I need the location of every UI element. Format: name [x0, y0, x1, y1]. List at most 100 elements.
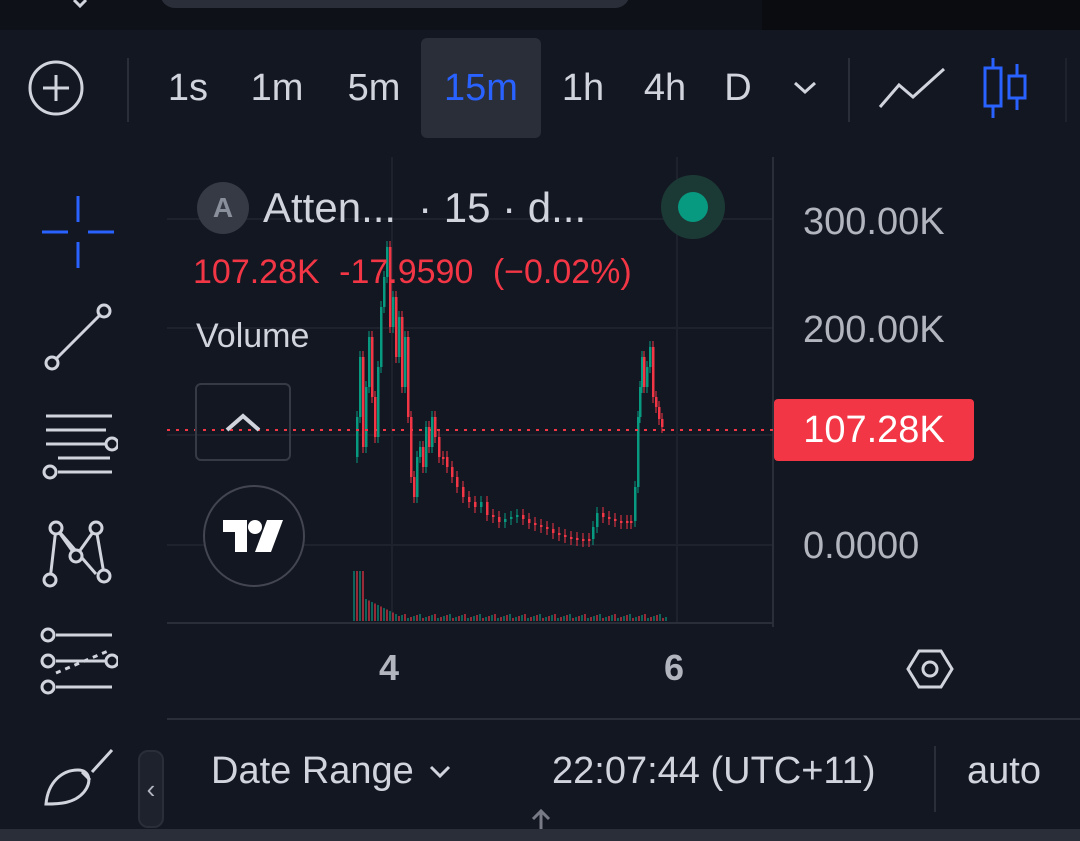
volume-bar	[611, 615, 613, 621]
clock[interactable]: 22:07:44 (UTC+11)	[552, 750, 876, 793]
volume-bar	[659, 614, 661, 621]
bottom-bar: Date Range 22:07:44 (UTC+11) auto	[167, 718, 1080, 830]
interval-5m[interactable]: 5m	[330, 38, 418, 138]
footer-edge	[0, 829, 1080, 841]
add-symbol-button[interactable]	[18, 38, 94, 138]
collapse-legend-button[interactable]	[195, 383, 291, 461]
volume-bar	[665, 617, 667, 621]
volume-bar	[662, 618, 664, 621]
prediction-icon	[40, 627, 118, 695]
search-pill[interactable]	[160, 0, 630, 8]
volume-bar	[560, 617, 562, 621]
volume-bar	[629, 614, 631, 621]
top-right-area	[762, 0, 1080, 30]
symbol-meta: · 15 · d...	[418, 184, 587, 231]
interval-1m[interactable]: 1m	[236, 38, 318, 138]
volume-bar	[374, 603, 376, 621]
fib-retracement-tool[interactable]	[30, 405, 126, 485]
volume-indicator-label[interactable]: Volume	[196, 317, 309, 356]
volume-bar	[440, 617, 442, 621]
date-range-button[interactable]: Date Range	[211, 750, 452, 793]
volume-bar	[359, 571, 361, 621]
volume-bar	[437, 618, 439, 621]
candles-button[interactable]	[970, 38, 1040, 138]
volume-bar	[485, 617, 487, 621]
chevron-down-icon	[429, 765, 450, 778]
volume-bar	[644, 614, 646, 621]
chart-pane[interactable]: A Atten... · 15 · d... 107.28K -17.9590 …	[167, 157, 1080, 717]
toolbar-divider	[127, 58, 129, 122]
time-axis-label: 6	[664, 647, 685, 688]
volume-bar	[413, 616, 415, 621]
trend-line-tool[interactable]	[30, 297, 126, 377]
line-chart-button[interactable]	[872, 38, 952, 138]
interval-4h[interactable]: 4h	[630, 38, 700, 138]
add-icon	[28, 60, 84, 116]
volume-bar	[401, 615, 403, 621]
volume-bar	[458, 616, 460, 621]
pattern-icon	[42, 520, 112, 588]
volume-bar	[638, 616, 640, 621]
top-toolbar: 1s 1m 5m 15m 1h 4h D	[0, 30, 1080, 145]
volume-bar	[575, 617, 577, 621]
volume-bar	[455, 617, 457, 621]
gear-icon[interactable]	[905, 647, 955, 691]
volume-bar	[368, 600, 370, 621]
price-axis-label: 0.0000	[803, 525, 920, 567]
volume-bar	[491, 615, 493, 621]
interval-1s[interactable]: 1s	[150, 38, 226, 138]
volume-bar	[599, 614, 601, 621]
volume-bar	[473, 616, 475, 621]
volume-bar	[419, 614, 421, 621]
collapse-toolbar-handle[interactable]: ‹	[138, 750, 164, 828]
price-axis-label: 200.00K	[803, 309, 945, 351]
volume-bar	[464, 614, 466, 621]
crosshair-tool[interactable]	[30, 192, 126, 272]
volume-bar	[602, 618, 604, 621]
interval-d[interactable]: D	[712, 38, 764, 138]
volume-bar	[578, 616, 580, 621]
candles-icon	[983, 58, 1027, 118]
interval-dropdown[interactable]	[782, 38, 828, 138]
volume-bar	[383, 608, 385, 621]
volume-bar	[416, 615, 418, 621]
volume-bar	[605, 617, 607, 621]
volume-bar	[518, 616, 520, 621]
volume-bar	[584, 614, 586, 621]
toolbar-divider	[848, 58, 850, 122]
pattern-tool[interactable]	[30, 512, 126, 592]
volume-bar	[563, 616, 565, 621]
chevron-down-icon[interactable]	[70, 0, 90, 10]
volume-bar	[410, 617, 412, 621]
brush-tool[interactable]	[30, 737, 126, 817]
volume-bar	[656, 615, 658, 621]
volume-bar	[512, 618, 514, 621]
prediction-tool[interactable]	[30, 622, 126, 702]
toolbar-divider	[1065, 58, 1067, 122]
volume-bar	[389, 611, 391, 621]
symbol-legend[interactable]: A Atten... · 15 · d...	[197, 182, 586, 234]
volume-bar	[614, 614, 616, 621]
crosshair-icon	[42, 196, 114, 268]
volume-bar	[503, 616, 505, 621]
auto-scale-button[interactable]: auto	[967, 750, 1041, 793]
volume-bar	[548, 616, 550, 621]
volume-bar	[572, 618, 574, 621]
volume-bar	[461, 615, 463, 621]
volume-bar	[623, 616, 625, 621]
interval-15m[interactable]: 15m	[421, 38, 541, 138]
volume-bar	[404, 614, 406, 621]
volume-bar	[422, 618, 424, 621]
top-strip	[0, 0, 1080, 30]
tradingview-logo-icon[interactable]	[203, 485, 305, 587]
volume-bar	[647, 618, 649, 621]
volume-bars	[353, 571, 667, 621]
volume-bar	[596, 615, 598, 621]
interval-1h[interactable]: 1h	[550, 38, 616, 138]
arrow-up-icon[interactable]	[529, 808, 553, 830]
volume-bar	[362, 571, 364, 621]
volume-bar	[425, 617, 427, 621]
date-range-label: Date Range	[211, 750, 414, 792]
symbol-name[interactable]: Atten...	[263, 184, 396, 232]
volume-bar	[632, 618, 634, 621]
